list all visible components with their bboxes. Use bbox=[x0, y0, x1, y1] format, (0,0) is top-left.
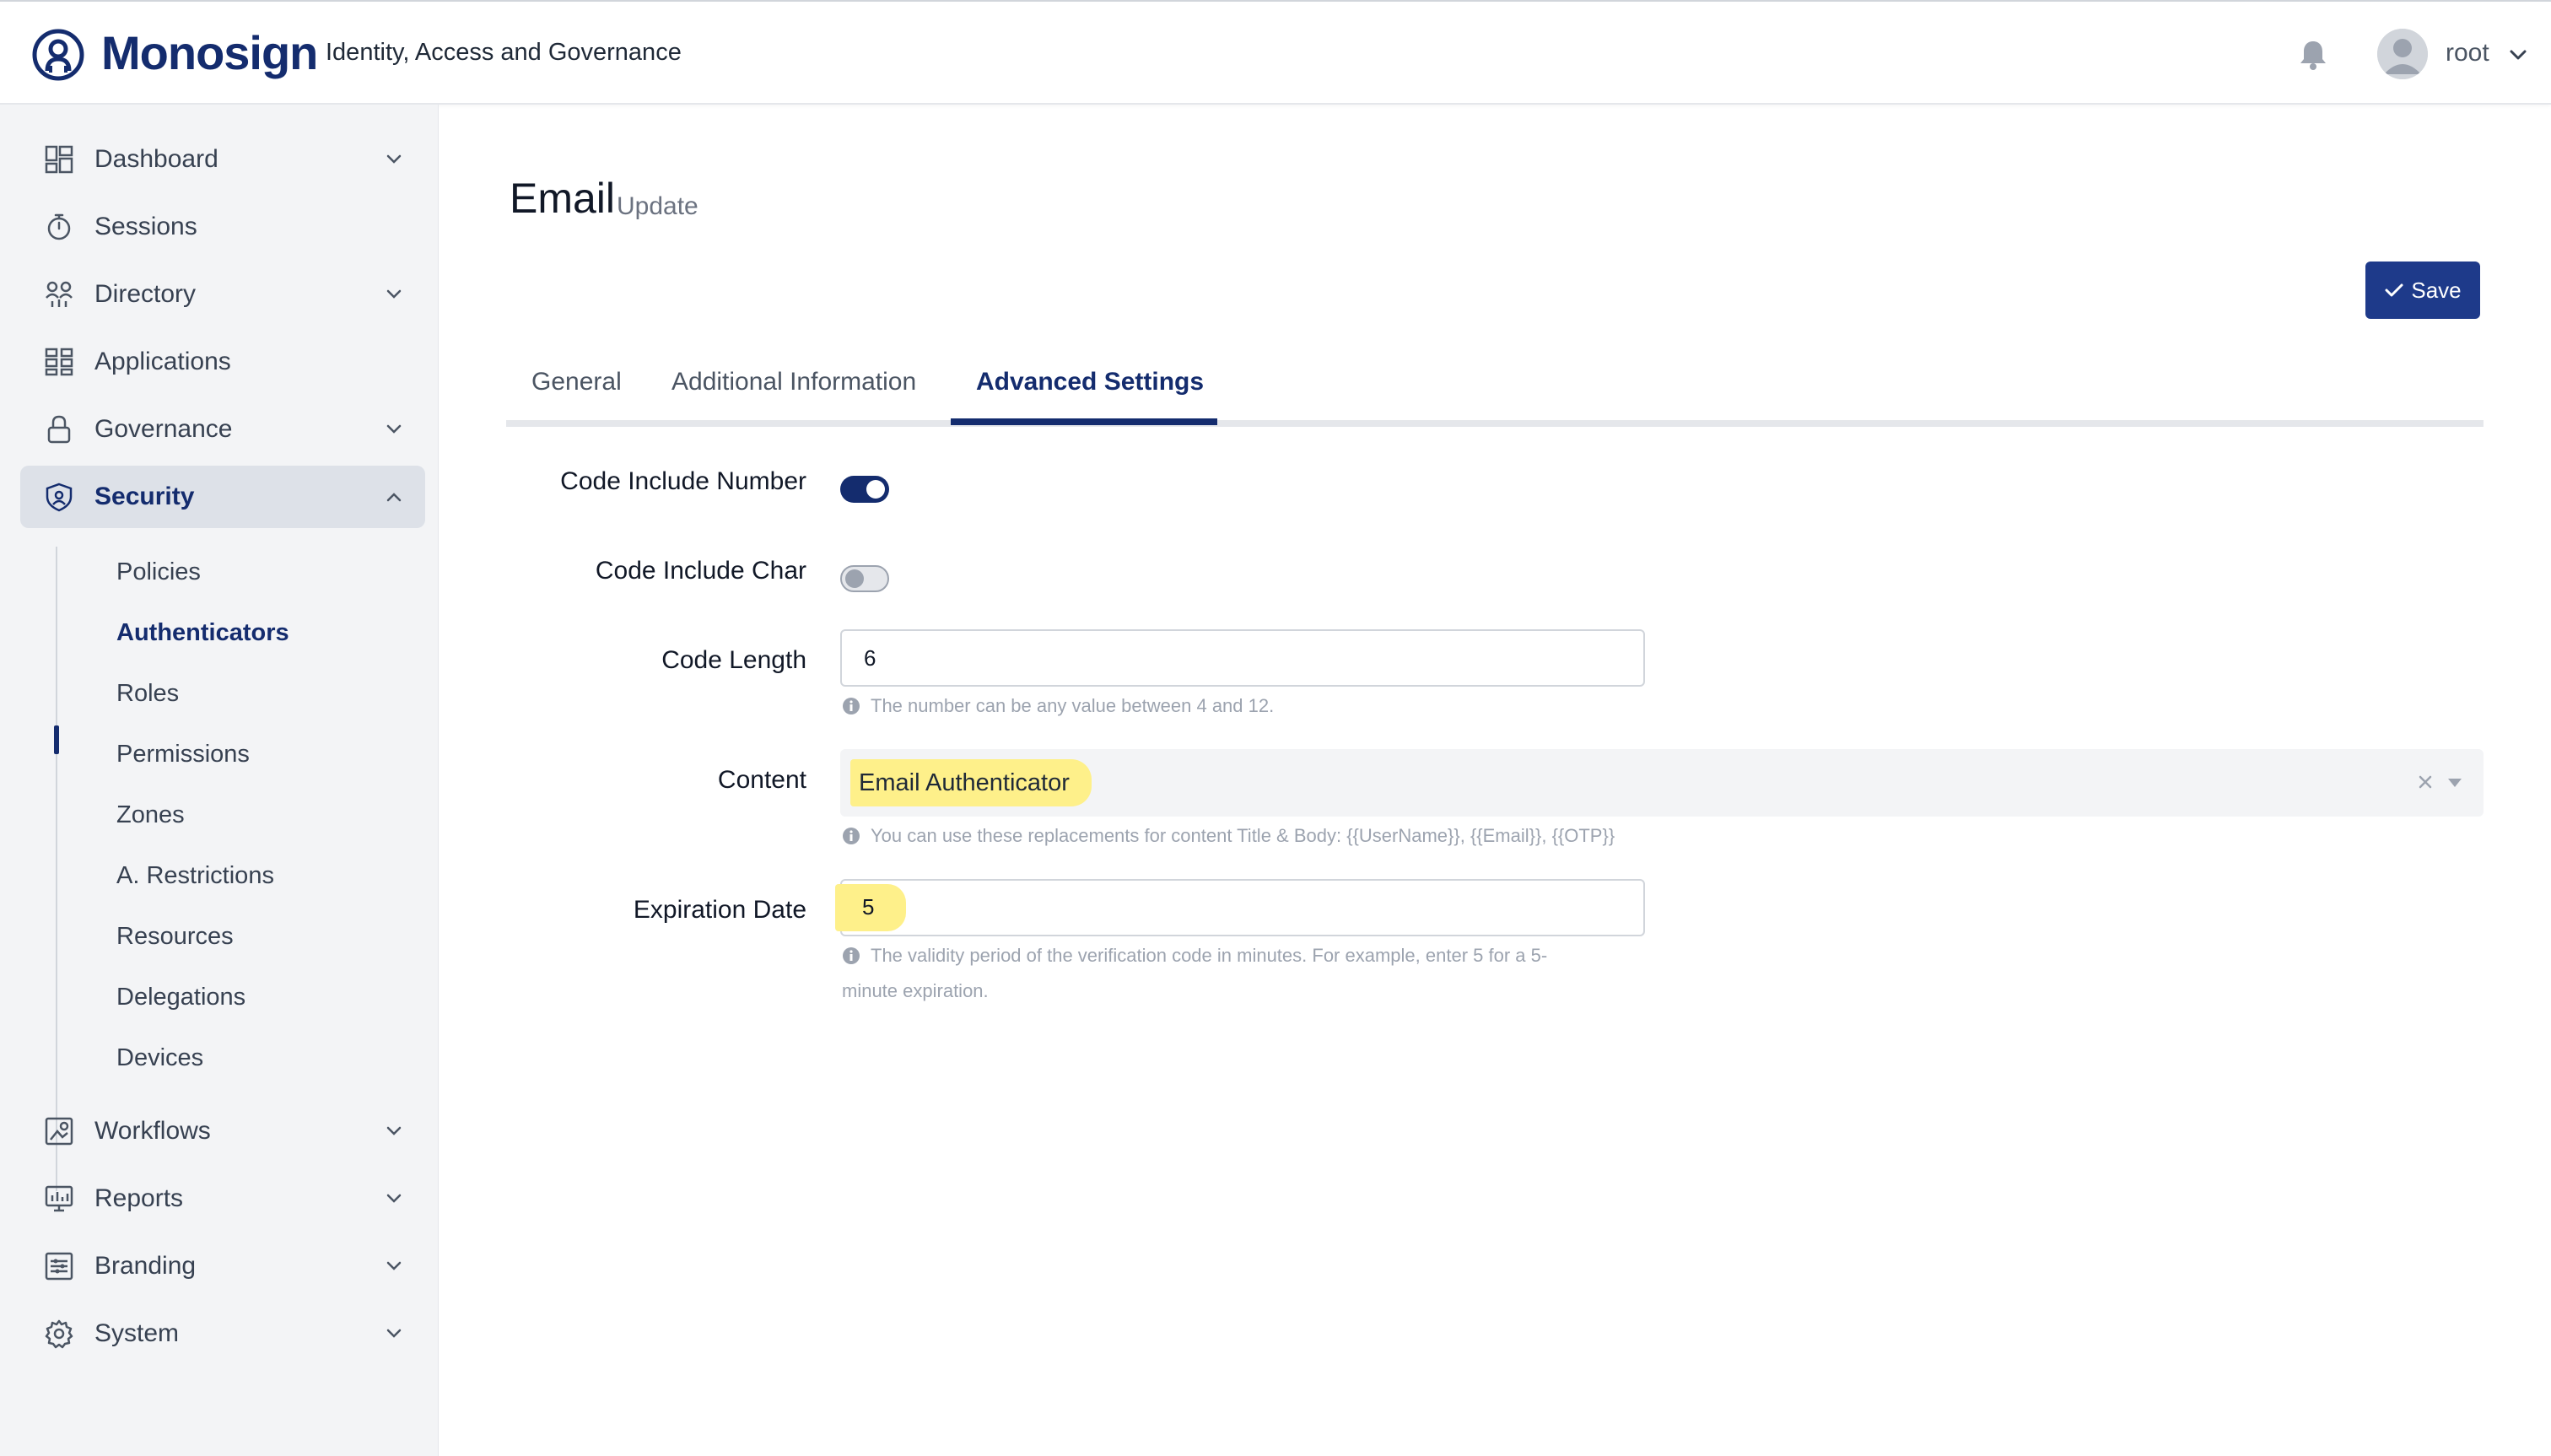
tab-general[interactable]: General bbox=[531, 368, 622, 396]
chevron-down-icon bbox=[386, 154, 402, 164]
shield-icon bbox=[46, 483, 73, 512]
check-icon bbox=[2385, 283, 2403, 297]
sidebar-item-applications[interactable]: Applications bbox=[20, 331, 425, 393]
sidebar-item-label: Dashboard bbox=[94, 145, 218, 173]
code-include-number-label: Code Include Number bbox=[560, 467, 806, 495]
sidebar-item-system[interactable]: System bbox=[20, 1302, 425, 1365]
chevron-down-icon bbox=[386, 1261, 402, 1270]
dashboard-icon bbox=[45, 145, 73, 174]
expiration-date-label: Expiration Date bbox=[633, 896, 806, 924]
sidebar-item-label: Sessions bbox=[94, 213, 197, 240]
chevron-down-icon bbox=[386, 1126, 402, 1135]
avatar-icon bbox=[2377, 29, 2428, 79]
close-icon[interactable] bbox=[2416, 773, 2435, 791]
save-button[interactable]: Save bbox=[2365, 262, 2480, 319]
brand-tagline: Identity, Access and Governance bbox=[326, 39, 682, 66]
users-icon bbox=[46, 281, 73, 307]
code-length-input[interactable] bbox=[840, 629, 1645, 687]
sidebar-subitem-access-restrictions[interactable]: A. Restrictions bbox=[116, 862, 274, 890]
sidebar-subitem-devices[interactable]: Devices bbox=[116, 1044, 203, 1072]
sidebar-item-sessions[interactable]: Sessions bbox=[20, 196, 425, 258]
code-length-label: Code Length bbox=[661, 646, 806, 674]
content-label: Content bbox=[717, 766, 806, 794]
sidebar: Dashboard Sessions Directory Application… bbox=[0, 105, 439, 1456]
code-length-hint-text: The number can be any value between 4 an… bbox=[871, 695, 1275, 716]
chevron-down-icon bbox=[386, 1194, 402, 1203]
code-include-char-label: Code Include Char bbox=[595, 557, 806, 585]
sidebar-item-branding[interactable]: Branding bbox=[20, 1235, 425, 1297]
expiration-date-hint-line2: minute expiration. bbox=[842, 980, 989, 1001]
sidebar-item-label: Applications bbox=[94, 348, 231, 375]
user-name[interactable]: root bbox=[2446, 39, 2489, 67]
content-hint-text: You can use these replacements for conte… bbox=[871, 825, 1615, 846]
workflow-icon bbox=[45, 1117, 73, 1146]
chevron-down-icon[interactable] bbox=[2507, 44, 2529, 66]
page-subtitle: Update bbox=[617, 192, 698, 220]
sidebar-subitem-policies[interactable]: Policies bbox=[116, 558, 201, 586]
chevron-up-icon bbox=[386, 493, 402, 502]
stopwatch-icon bbox=[47, 213, 71, 240]
gear-icon bbox=[45, 1319, 73, 1349]
chevron-down-icon bbox=[386, 289, 402, 299]
sidebar-item-label: Governance bbox=[94, 415, 233, 443]
sidebar-item-dashboard[interactable]: Dashboard bbox=[20, 128, 425, 191]
toggle-knob bbox=[866, 480, 885, 499]
sidebar-item-label: System bbox=[94, 1319, 180, 1347]
caret-down-icon[interactable] bbox=[2446, 776, 2463, 790]
sidebar-subitem-authenticators[interactable]: Authenticators bbox=[116, 619, 289, 647]
code-include-number-toggle[interactable] bbox=[840, 476, 889, 503]
expiration-date-hint-text: The validity period of the verification … bbox=[871, 945, 1548, 966]
sidebar-item-label: Security bbox=[94, 483, 195, 510]
sidebar-subitem-delegations[interactable]: Delegations bbox=[116, 984, 245, 1011]
top-header: Monosign Identity, Access and Governance… bbox=[0, 0, 2551, 105]
expiration-date-input[interactable] bbox=[840, 879, 1645, 936]
info-icon bbox=[843, 698, 860, 715]
lock-icon bbox=[47, 415, 71, 444]
save-button-label: Save bbox=[2411, 277, 2462, 303]
tab-advanced-settings[interactable]: Advanced Settings bbox=[976, 368, 1204, 396]
info-icon bbox=[843, 828, 860, 844]
sidebar-item-directory[interactable]: Directory bbox=[20, 263, 425, 326]
avatar[interactable] bbox=[2377, 29, 2428, 79]
bell-icon[interactable] bbox=[2298, 39, 2328, 71]
code-length-hint: The number can be any value between 4 an… bbox=[842, 688, 1274, 724]
sidebar-item-governance[interactable]: Governance bbox=[20, 398, 425, 461]
branding-icon bbox=[45, 1252, 73, 1281]
sidebar-item-label: Directory bbox=[94, 280, 197, 308]
sidebar-item-label: Reports bbox=[94, 1184, 184, 1212]
chevron-down-icon bbox=[386, 424, 402, 434]
expiration-date-hint: The validity period of the verification … bbox=[842, 938, 1547, 973]
code-include-char-toggle[interactable] bbox=[840, 565, 889, 592]
sidebar-subitem-permissions[interactable]: Permissions bbox=[116, 741, 250, 768]
sidebar-item-label: Workflows bbox=[94, 1117, 211, 1145]
chevron-down-icon bbox=[386, 1329, 402, 1338]
content-select[interactable]: Email Authenticator bbox=[840, 749, 2484, 817]
sidebar-subitem-roles[interactable]: Roles bbox=[116, 680, 179, 708]
sidebar-item-security[interactable]: Security bbox=[20, 466, 425, 528]
content-selected-value: Email Authenticator bbox=[850, 759, 1092, 806]
sidebar-item-workflows[interactable]: Workflows bbox=[20, 1100, 425, 1162]
monosign-logo-icon[interactable] bbox=[32, 29, 84, 81]
brand-name[interactable]: Monosign bbox=[101, 25, 318, 80]
active-submenu-indicator bbox=[54, 725, 59, 754]
sidebar-subitem-zones[interactable]: Zones bbox=[116, 801, 185, 829]
info-icon bbox=[843, 947, 860, 964]
grid-icon bbox=[45, 348, 73, 376]
sidebar-subitem-resources[interactable]: Resources bbox=[116, 923, 234, 951]
reports-icon bbox=[45, 1185, 73, 1212]
tabs-divider bbox=[506, 420, 2484, 427]
sidebar-item-label: Branding bbox=[94, 1252, 197, 1280]
expiration-date-value: 5 bbox=[862, 894, 875, 919]
tab-additional-information[interactable]: Additional Information bbox=[671, 368, 916, 396]
active-tab-indicator bbox=[951, 418, 1217, 425]
content-hint: You can use these replacements for conte… bbox=[842, 818, 1615, 854]
sidebar-item-reports[interactable]: Reports bbox=[20, 1167, 425, 1230]
page-title: Email bbox=[510, 175, 616, 222]
toggle-knob bbox=[845, 569, 864, 588]
submenu-rail bbox=[56, 547, 57, 1191]
